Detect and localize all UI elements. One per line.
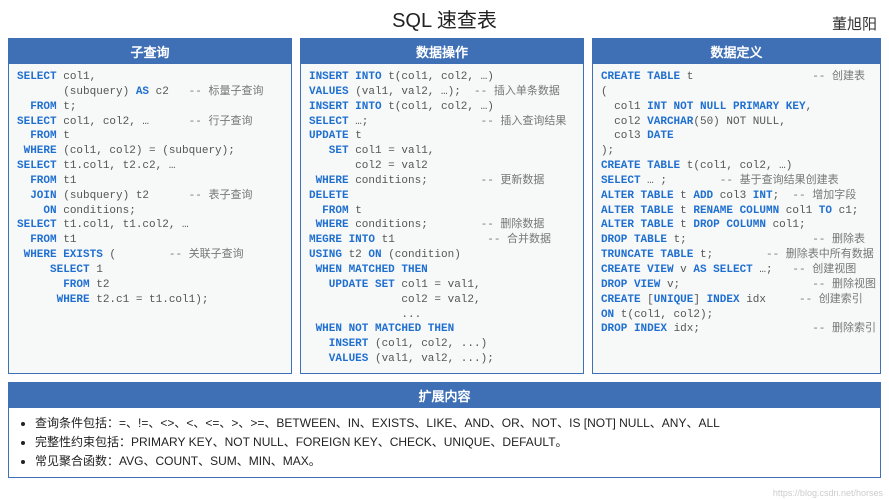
code-line: SELECT 1 bbox=[17, 263, 287, 278]
code-line: INSERT INTO t(col1, col2, …) bbox=[309, 70, 579, 85]
code-line: FROM t2 bbox=[17, 278, 287, 293]
code-line: FROM t; bbox=[17, 100, 287, 115]
code-line: WHERE conditions; -- 删除数据 bbox=[309, 218, 579, 233]
code-line: VALUES (val1, val2, ...); bbox=[309, 352, 579, 367]
code-line: WHERE (col1, col2) = (subquery); bbox=[17, 144, 287, 159]
cheatsheet-page: SQL 速查表 董旭阳 子查询 SELECT col1, (subquery) … bbox=[0, 0, 889, 500]
code-line: WHEN MATCHED THEN bbox=[309, 263, 579, 278]
panel-header-extended: 扩展内容 bbox=[9, 383, 880, 408]
panel-extended: 扩展内容 查询条件包括：=、!=、<>、<、<=、>、>=、BETWEEN、IN… bbox=[8, 382, 881, 479]
code-line: ON conditions; bbox=[17, 204, 287, 219]
code-line: UPDATE t bbox=[309, 129, 579, 144]
code-line: INSERT (col1, col2, ...) bbox=[309, 337, 579, 352]
code-line: VALUES (val1, val2, …); -- 插入单条数据 bbox=[309, 85, 579, 100]
columns-container: 子查询 SELECT col1, (subquery) AS c2 -- 标量子… bbox=[8, 38, 881, 374]
list-item: 查询条件包括：=、!=、<>、<、<=、>、>=、BETWEEN、IN、EXIS… bbox=[35, 414, 872, 433]
code-line: SET col1 = val1, bbox=[309, 144, 579, 159]
panel-body-subquery: SELECT col1, (subquery) AS c2 -- 标量子查询 F… bbox=[9, 64, 291, 314]
author-name: 董旭阳 bbox=[832, 13, 877, 34]
panel-subquery: 子查询 SELECT col1, (subquery) AS c2 -- 标量子… bbox=[8, 38, 292, 374]
code-line: TRUNCATE TABLE t; -- 删除表中所有数据 bbox=[601, 248, 876, 263]
code-line: SELECT … ; -- 基于查询结果创建表 bbox=[601, 174, 876, 189]
panel-body-dml: INSERT INTO t(col1, col2, …)VALUES (val1… bbox=[301, 64, 583, 373]
code-line: UPDATE SET col1 = val1, bbox=[309, 278, 579, 293]
header: SQL 速查表 董旭阳 bbox=[8, 4, 881, 34]
code-line: FROM t1 bbox=[17, 233, 287, 248]
code-line: USING t2 ON (condition) bbox=[309, 248, 579, 263]
code-line: SELECT col1, col2, … -- 行子查询 bbox=[17, 115, 287, 130]
code-line: ALTER TABLE t DROP COLUMN col1; bbox=[601, 218, 876, 233]
code-line: JOIN (subquery) t2 -- 表子查询 bbox=[17, 189, 287, 204]
code-line: CREATE TABLE t(col1, col2, …) bbox=[601, 159, 876, 174]
code-line: col2 = val2, bbox=[309, 293, 579, 308]
code-line: FROM t1 bbox=[17, 174, 287, 189]
code-line: SELECT …; -- 插入查询结果 bbox=[309, 115, 579, 130]
code-line: WHERE EXISTS ( -- 关联子查询 bbox=[17, 248, 287, 263]
code-line: WHERE t2.c1 = t1.col1); bbox=[17, 293, 287, 308]
code-line: col1 INT NOT NULL PRIMARY KEY, bbox=[601, 100, 876, 115]
panel-body-ddl: CREATE TABLE t -- 创建表( col1 INT NOT NULL… bbox=[593, 64, 880, 343]
watermark: https://blog.csdn.net/horses bbox=[773, 488, 883, 498]
code-line: col3 DATE bbox=[601, 129, 876, 144]
extended-list: 查询条件包括：=、!=、<>、<、<=、>、>=、BETWEEN、IN、EXIS… bbox=[23, 414, 872, 472]
code-line: DROP VIEW v; -- 删除视图 bbox=[601, 278, 876, 293]
list-item: 常见聚合函数：AVG、COUNT、SUM、MIN、MAX。 bbox=[35, 452, 872, 471]
panel-header-dml: 数据操作 bbox=[301, 39, 583, 64]
code-line: WHERE conditions; -- 更新数据 bbox=[309, 174, 579, 189]
code-line: DROP INDEX idx; -- 删除索引 bbox=[601, 322, 876, 337]
panel-ddl: 数据定义 CREATE TABLE t -- 创建表( col1 INT NOT… bbox=[592, 38, 881, 374]
code-line: FROM t bbox=[17, 129, 287, 144]
code-line: ON t(col1, col2); bbox=[601, 308, 876, 323]
code-line: DELETE bbox=[309, 189, 579, 204]
panel-dml: 数据操作 INSERT INTO t(col1, col2, …)VALUES … bbox=[300, 38, 584, 374]
code-line: SELECT t1.col1, t1.col2, … bbox=[17, 218, 287, 233]
code-line: INSERT INTO t(col1, col2, …) bbox=[309, 100, 579, 115]
code-line: DROP TABLE t; -- 删除表 bbox=[601, 233, 876, 248]
panel-header-ddl: 数据定义 bbox=[593, 39, 880, 64]
code-line: ALTER TABLE t ADD col3 INT; -- 增加字段 bbox=[601, 189, 876, 204]
code-line: col2 VARCHAR(50) NOT NULL, bbox=[601, 115, 876, 130]
page-title: SQL 速查表 bbox=[392, 4, 497, 33]
code-line: CREATE VIEW v AS SELECT …; -- 创建视图 bbox=[601, 263, 876, 278]
code-line: SELECT col1, bbox=[17, 70, 287, 85]
list-item: 完整性约束包括：PRIMARY KEY、NOT NULL、FOREIGN KEY… bbox=[35, 433, 872, 452]
panel-header-subquery: 子查询 bbox=[9, 39, 291, 64]
code-line: SELECT t1.col1, t2.c2, … bbox=[17, 159, 287, 174]
code-line: (subquery) AS c2 -- 标量子查询 bbox=[17, 85, 287, 100]
code-line: MEGRE INTO t1 -- 合并数据 bbox=[309, 233, 579, 248]
panel-body-extended: 查询条件包括：=、!=、<>、<、<=、>、>=、BETWEEN、IN、EXIS… bbox=[9, 408, 880, 478]
code-line: CREATE [UNIQUE] INDEX idx -- 创建索引 bbox=[601, 293, 876, 308]
code-line: ... bbox=[309, 308, 579, 323]
code-line: col2 = val2 bbox=[309, 159, 579, 174]
code-line: FROM t bbox=[309, 204, 579, 219]
code-line: ); bbox=[601, 144, 876, 159]
code-line: CREATE TABLE t -- 创建表 bbox=[601, 70, 876, 85]
code-line: ( bbox=[601, 85, 876, 100]
code-line: ALTER TABLE t RENAME COLUMN col1 TO c1; bbox=[601, 204, 876, 219]
code-line: WHEN NOT MATCHED THEN bbox=[309, 322, 579, 337]
